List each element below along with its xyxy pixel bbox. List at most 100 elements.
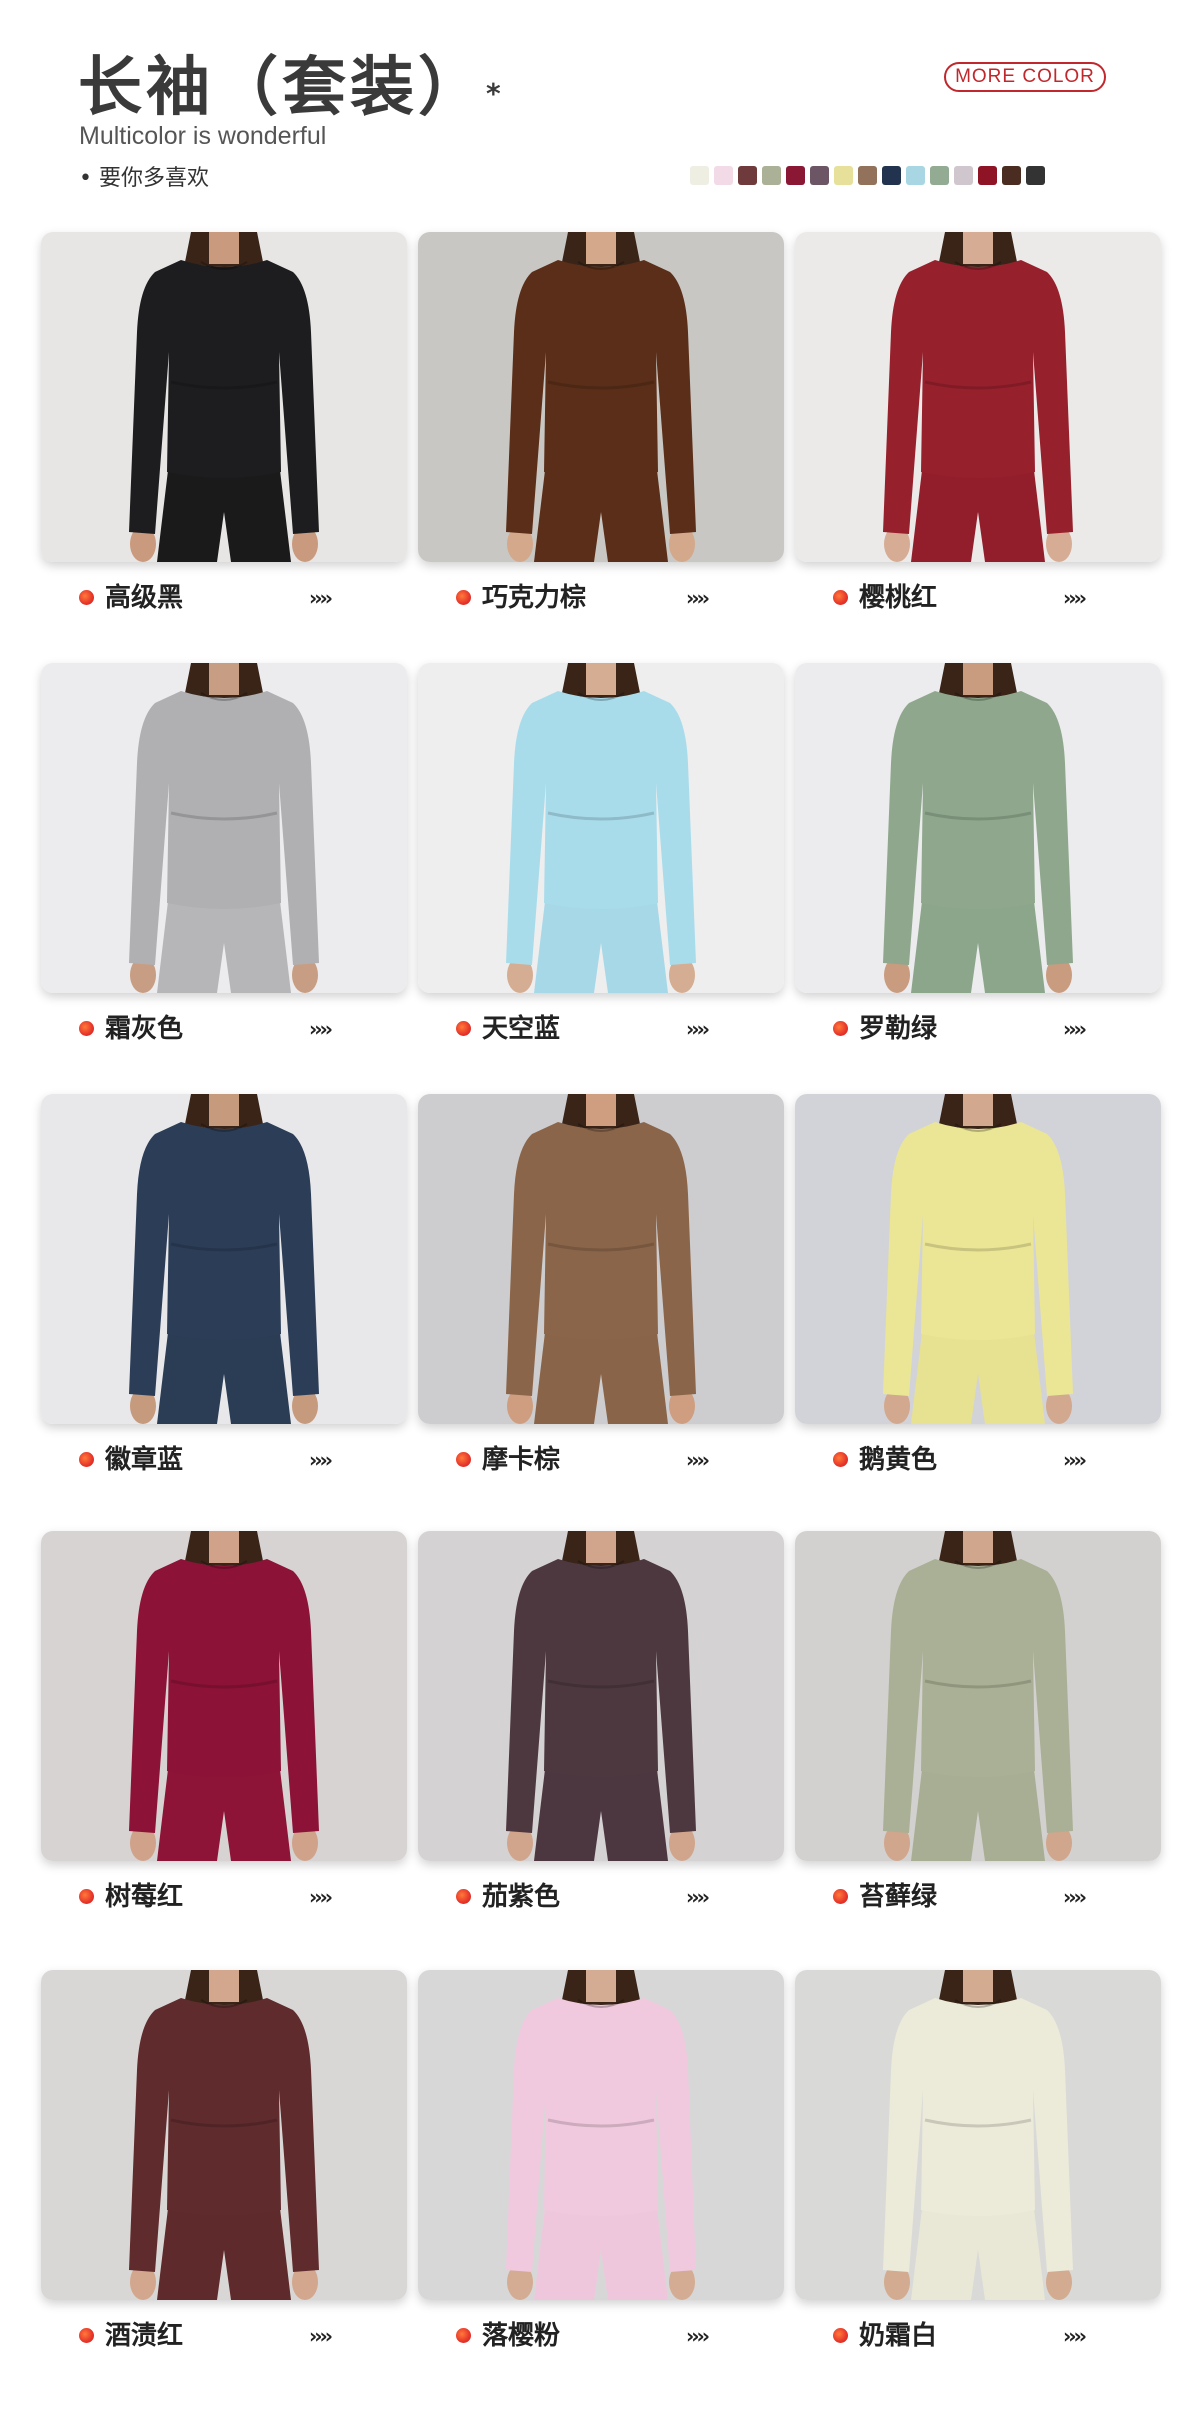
- arrow-right-icon[interactable]: ››››: [686, 1881, 710, 1913]
- title-star: *: [486, 77, 505, 110]
- product-card[interactable]: [41, 1094, 407, 1424]
- product-label-row[interactable]: 鹅黄色 ››››: [833, 1442, 1133, 1482]
- bullet-dot-icon: [79, 1021, 94, 1036]
- product-color-name: 茄紫色: [482, 1882, 561, 1912]
- model-photo: [795, 1970, 1161, 2300]
- product-label-row[interactable]: 巧克力棕 ››››: [456, 580, 756, 620]
- product-card[interactable]: [795, 232, 1161, 562]
- arrow-right-icon[interactable]: ››››: [309, 582, 333, 614]
- bullet-dot-icon: [833, 1021, 848, 1036]
- model-photo: [795, 663, 1161, 993]
- product-label-row[interactable]: 苔藓绿 ››››: [833, 1879, 1133, 1919]
- page-subtitle: Multicolor is wonderful: [79, 122, 327, 150]
- model-photo: [418, 1531, 784, 1861]
- product-label-row[interactable]: 徽章蓝 ››››: [79, 1442, 379, 1482]
- model-photo: [795, 232, 1161, 562]
- product-label-row[interactable]: 高级黑 ››››: [79, 580, 379, 620]
- product-card[interactable]: [418, 1094, 784, 1424]
- color-swatch[interactable]: [762, 166, 781, 185]
- product-label-row[interactable]: 奶霜白 ››››: [833, 2318, 1133, 2358]
- arrow-right-icon[interactable]: ››››: [1063, 1444, 1087, 1476]
- color-swatch[interactable]: [714, 166, 733, 185]
- arrow-right-icon[interactable]: ››››: [309, 1013, 333, 1045]
- product-card[interactable]: [41, 232, 407, 562]
- product-color-name: 樱桃红: [859, 583, 938, 613]
- model-photo: [41, 1970, 407, 2300]
- color-swatch[interactable]: [834, 166, 853, 185]
- product-label-row[interactable]: 落樱粉 ››››: [456, 2318, 756, 2358]
- bullet-dot-icon: [833, 1452, 848, 1467]
- product-color-name: 鹅黄色: [859, 1445, 938, 1475]
- product-color-name: 落樱粉: [482, 2321, 561, 2351]
- color-swatch[interactable]: [1026, 166, 1045, 185]
- color-swatch[interactable]: [906, 166, 925, 185]
- product-label-row[interactable]: 树莓红 ››››: [79, 1879, 379, 1919]
- model-photo: [41, 232, 407, 562]
- color-swatch[interactable]: [954, 166, 973, 185]
- product-color-name: 徽章蓝: [105, 1445, 184, 1475]
- page-tagline: • 要你多喜欢: [79, 166, 209, 191]
- bullet-dot-icon: [456, 2328, 471, 2343]
- product-label-row[interactable]: 酒渍红 ››››: [79, 2318, 379, 2358]
- color-swatch[interactable]: [978, 166, 997, 185]
- product-label-row[interactable]: 霜灰色 ››››: [79, 1011, 379, 1051]
- product-card[interactable]: [795, 1970, 1161, 2300]
- model-photo: [795, 1531, 1161, 1861]
- product-label-row[interactable]: 天空蓝 ››››: [456, 1011, 756, 1051]
- bullet-dot-icon: [456, 590, 471, 605]
- product-card[interactable]: [418, 232, 784, 562]
- color-swatch[interactable]: [930, 166, 949, 185]
- product-card[interactable]: [795, 1094, 1161, 1424]
- product-card[interactable]: [418, 1531, 784, 1861]
- color-swatch[interactable]: [738, 166, 757, 185]
- arrow-right-icon[interactable]: ››››: [686, 582, 710, 614]
- bullet-dot-icon: [79, 590, 94, 605]
- arrow-right-icon[interactable]: ››››: [309, 1444, 333, 1476]
- arrow-right-icon[interactable]: ››››: [1063, 2320, 1087, 2352]
- product-label-row[interactable]: 摩卡棕 ››››: [456, 1442, 756, 1482]
- product-card[interactable]: [41, 1970, 407, 2300]
- product-label-row[interactable]: 罗勒绿 ››››: [833, 1011, 1133, 1051]
- color-swatch[interactable]: [882, 166, 901, 185]
- product-card[interactable]: [795, 1531, 1161, 1861]
- color-swatch[interactable]: [690, 166, 709, 185]
- product-card[interactable]: [418, 1970, 784, 2300]
- product-card[interactable]: [418, 663, 784, 993]
- product-color-name: 高级黑: [105, 583, 184, 613]
- more-color-button[interactable]: MORE COLOR: [944, 62, 1106, 92]
- color-swatch-row: [690, 166, 1045, 185]
- color-swatch[interactable]: [1002, 166, 1021, 185]
- model-photo: [41, 1094, 407, 1424]
- header: 长袖（套装）* Multicolor is wonderful • 要你多喜欢 …: [0, 0, 1200, 220]
- model-photo: [418, 663, 784, 993]
- product-color-name: 奶霜白: [859, 2321, 938, 2351]
- product-color-name: 霜灰色: [105, 1014, 184, 1044]
- arrow-right-icon[interactable]: ››››: [309, 2320, 333, 2352]
- color-swatch[interactable]: [810, 166, 829, 185]
- model-photo: [41, 663, 407, 993]
- arrow-right-icon[interactable]: ››››: [686, 1444, 710, 1476]
- model-photo: [41, 1531, 407, 1861]
- product-label-row[interactable]: 樱桃红 ››››: [833, 580, 1133, 620]
- model-photo: [795, 1094, 1161, 1424]
- arrow-right-icon[interactable]: ››››: [1063, 1881, 1087, 1913]
- color-swatch[interactable]: [858, 166, 877, 185]
- arrow-right-icon[interactable]: ››››: [309, 1881, 333, 1913]
- arrow-right-icon[interactable]: ››››: [1063, 582, 1087, 614]
- arrow-right-icon[interactable]: ››››: [686, 1013, 710, 1045]
- product-color-name: 酒渍红: [105, 2321, 184, 2351]
- product-label-row[interactable]: 茄紫色 ››››: [456, 1879, 756, 1919]
- page-title-text: 长袖（套装）: [78, 51, 486, 125]
- color-swatch[interactable]: [786, 166, 805, 185]
- product-color-name: 摩卡棕: [482, 1445, 561, 1475]
- product-card[interactable]: [795, 663, 1161, 993]
- product-color-name: 苔藓绿: [859, 1882, 938, 1912]
- product-card[interactable]: [41, 663, 407, 993]
- product-color-name: 罗勒绿: [859, 1014, 938, 1044]
- bullet-dot-icon: [79, 1889, 94, 1904]
- bullet-dot-icon: [833, 1889, 848, 1904]
- arrow-right-icon[interactable]: ››››: [1063, 1013, 1087, 1045]
- product-card[interactable]: [41, 1531, 407, 1861]
- arrow-right-icon[interactable]: ››››: [686, 2320, 710, 2352]
- model-photo: [418, 1094, 784, 1424]
